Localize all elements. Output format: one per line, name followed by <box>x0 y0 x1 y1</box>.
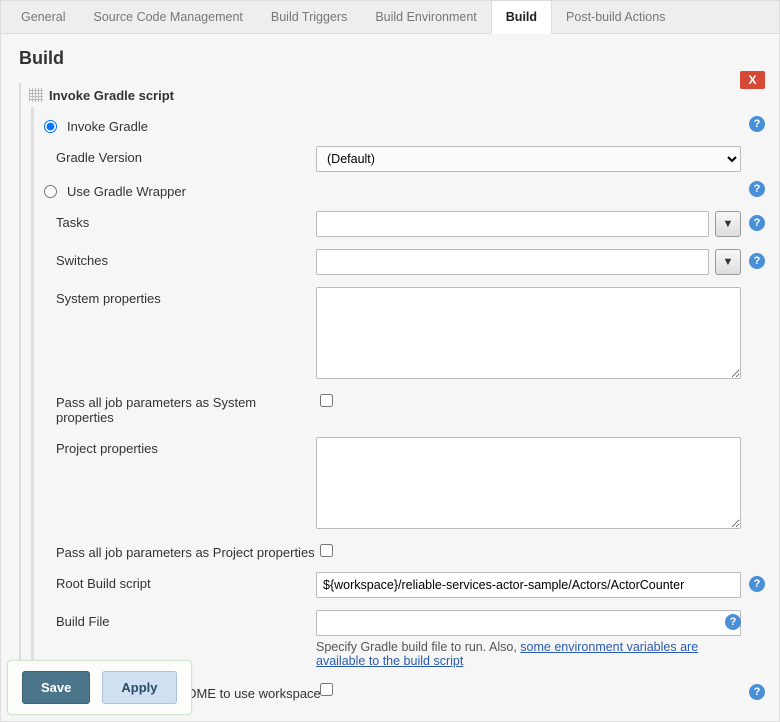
apply-button[interactable]: Apply <box>102 671 176 704</box>
row-gradle-version: Gradle Version (Default) <box>56 140 765 178</box>
radio-invoke-gradle[interactable] <box>44 120 57 133</box>
expand-button[interactable]: ▼ <box>715 211 741 237</box>
force-home-checkbox[interactable] <box>320 683 333 696</box>
config-page: ? General Source Code Management Build T… <box>0 0 780 722</box>
radio-invoke-gradle-label: Invoke Gradle <box>67 119 148 134</box>
radio-use-gradle-wrapper-label: Use Gradle Wrapper <box>67 184 186 199</box>
help-icon[interactable]: ? <box>749 215 765 231</box>
tab-post-build[interactable]: Post-build Actions <box>552 1 679 33</box>
drag-handle-icon[interactable] <box>29 88 43 102</box>
build-step-header: Invoke Gradle script X <box>29 83 765 107</box>
row-pass-proj: Pass all job parameters as Project prope… <box>56 535 765 566</box>
row-switches: Switches ▼ ? <box>56 243 765 281</box>
build-file-hint-text: Specify Gradle build file to run. Also, <box>316 640 520 654</box>
help-icon[interactable]: ? <box>749 684 765 700</box>
system-properties-label: System properties <box>56 287 316 306</box>
row-project-properties: Project properties <box>56 431 765 535</box>
help-icon[interactable]: ? <box>749 116 765 132</box>
tab-build-environment[interactable]: Build Environment <box>361 1 490 33</box>
tasks-label: Tasks <box>56 211 316 230</box>
help-icon[interactable]: ? <box>749 253 765 269</box>
build-file-hint: Specify Gradle build file to run. Also, … <box>316 636 741 668</box>
common-fields: Tasks ▼ ? Switches ▼ ? <box>42 205 765 705</box>
row-system-properties: System properties <box>56 281 765 385</box>
radio-use-wrapper-row: Use Gradle Wrapper ? <box>42 178 765 205</box>
tasks-input[interactable] <box>316 211 709 237</box>
tab-general[interactable]: General <box>7 1 79 33</box>
pass-proj-checkbox[interactable] <box>320 544 333 557</box>
row-pass-sys: Pass all job parameters as System proper… <box>56 385 765 431</box>
project-properties-textarea[interactable] <box>316 437 741 529</box>
tab-build[interactable]: Build <box>491 0 552 34</box>
build-step-body: Invoke Gradle ? Gradle Version (Default) <box>31 107 765 711</box>
section-tabs: General Source Code Management Build Tri… <box>1 1 779 34</box>
help-icon[interactable]: ? <box>749 576 765 592</box>
invoke-gradle-subrows: Gradle Version (Default) <box>42 140 765 178</box>
row-root-build-script: Root Build script ? <box>56 566 765 604</box>
page-title: Build <box>1 34 779 83</box>
page-body: Build Invoke Gradle script X Invoke Grad… <box>1 34 779 721</box>
build-step-title: Invoke Gradle script <box>49 88 174 103</box>
save-button[interactable]: Save <box>22 671 90 704</box>
system-properties-textarea[interactable] <box>316 287 741 379</box>
tab-scm[interactable]: Source Code Management <box>79 1 256 33</box>
delete-step-button[interactable]: X <box>740 71 765 89</box>
pass-sys-checkbox[interactable] <box>320 394 333 407</box>
radio-use-gradle-wrapper[interactable] <box>44 185 57 198</box>
pass-sys-label: Pass all job parameters as System proper… <box>56 391 316 425</box>
radio-invoke-gradle-row: Invoke Gradle ? <box>42 113 765 140</box>
root-build-input[interactable] <box>316 572 741 598</box>
pass-proj-label: Pass all job parameters as Project prope… <box>56 541 316 560</box>
tab-build-triggers[interactable]: Build Triggers <box>257 1 361 33</box>
gradle-version-label: Gradle Version <box>56 146 316 165</box>
root-build-label: Root Build script <box>56 572 316 591</box>
project-properties-label: Project properties <box>56 437 316 456</box>
help-icon[interactable]: ? <box>725 614 741 630</box>
force-home-visible-text: HOME to use workspace <box>177 686 321 701</box>
expand-button[interactable]: ▼ <box>715 249 741 275</box>
help-icon[interactable]: ? <box>749 181 765 197</box>
build-file-label: Build File <box>56 610 316 629</box>
gradle-version-select[interactable]: (Default) <box>316 146 741 172</box>
row-tasks: Tasks ▼ ? <box>56 205 765 243</box>
switches-label: Switches <box>56 249 316 268</box>
switches-input[interactable] <box>316 249 709 275</box>
footer-actions: Save Apply <box>7 660 192 715</box>
build-step: Invoke Gradle script X Invoke Gradle ? G… <box>19 83 765 711</box>
build-file-input[interactable] <box>316 610 741 636</box>
